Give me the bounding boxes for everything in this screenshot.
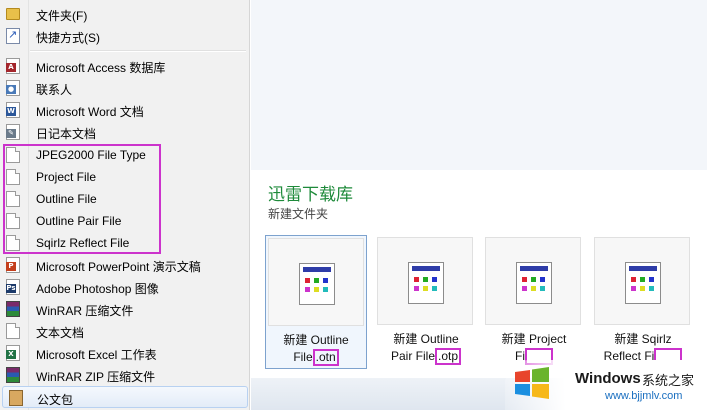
generic-file-icon: [299, 263, 335, 305]
journal-icon: ✎: [6, 124, 20, 140]
menu-item-label: Microsoft Word 文档: [36, 105, 144, 119]
menu-item-photoshop[interactable]: Ps Adobe Photoshop 图像: [0, 276, 249, 298]
menu-item-label: Microsoft Access 数据库: [36, 61, 166, 75]
file-name: 新建 Outline File .otn: [266, 332, 366, 366]
menu-item-powerpoint[interactable]: P Microsoft PowerPoint 演示文稿: [0, 254, 249, 276]
access-icon: A: [6, 58, 20, 74]
windows-logo-icon: [515, 367, 549, 399]
menu-item-label: 公文包: [37, 393, 74, 407]
menu-item-label: 日记本文档: [36, 127, 97, 141]
file-name-line1: 新建 Sqirlz: [614, 332, 672, 346]
file-tile-sqirlz-reflect-file[interactable]: 新建 Sqirlz Reflect Fi: [592, 235, 694, 369]
menu-item-label: WinRAR 压缩文件: [36, 304, 134, 318]
text-document-icon: [6, 323, 20, 339]
menu-items-highlight-box: [3, 144, 161, 254]
file-name: 新建 Outline Pair File .otp: [375, 331, 477, 365]
folder-subtitle: 新建文件夹: [268, 207, 329, 221]
menu-item-text-document[interactable]: 文本文档: [0, 320, 249, 342]
contact-icon: ●: [6, 80, 20, 96]
menu-item-label: Adobe Photoshop 图像: [36, 282, 159, 296]
word-icon: W: [6, 102, 20, 118]
menu-item-winrar-zip[interactable]: WinRAR ZIP 压缩文件: [0, 364, 249, 386]
excel-icon: X: [6, 345, 20, 361]
file-name-line2: File .otn: [266, 349, 366, 366]
file-name-prefix: File: [293, 350, 313, 364]
generic-file-icon: [408, 262, 444, 304]
watermark-site-name: 系统之家: [642, 374, 695, 389]
menu-item-shortcut[interactable]: 快捷方式(S): [0, 25, 249, 47]
menu-item-folder[interactable]: 文件夹(F): [0, 3, 249, 25]
generic-file-icon: [625, 262, 661, 304]
menu-item-label: Microsoft Excel 工作表: [36, 348, 157, 362]
file-thumbnail: [377, 237, 473, 325]
winrar-zip-icon: [6, 367, 20, 383]
file-tile-outline-pair-file[interactable]: 新建 Outline Pair File .otp: [375, 235, 477, 369]
photoshop-icon: Ps: [6, 279, 20, 295]
explorer-background: [251, 0, 707, 170]
file-thumbnail: [594, 237, 690, 325]
file-extension-highlight: .otn: [312, 349, 339, 366]
file-name-line1: 新建 Outline: [283, 333, 349, 347]
file-name-prefix: Pair File: [390, 349, 435, 363]
explorer-content-pane: 迅雷下载库 新建文件夹 新建 Outline File .otn 新建 Outl…: [251, 0, 707, 410]
menu-item-journal[interactable]: ✎ 日记本文档: [0, 121, 249, 143]
menu-item-briefcase[interactable]: 公文包: [2, 386, 248, 408]
menu-item-access[interactable]: A Microsoft Access 数据库: [0, 55, 249, 77]
menu-item-label: 联系人: [36, 83, 73, 97]
menu-item-contact[interactable]: ● 联系人: [0, 77, 249, 99]
menu-item-label: 文件夹(F): [36, 9, 88, 23]
folder-icon: [6, 8, 20, 20]
menu-item-excel[interactable]: X Microsoft Excel 工作表: [0, 342, 249, 364]
new-item-context-menu: 文件夹(F) 快捷方式(S) A Microsoft Access 数据库 ● …: [0, 0, 250, 410]
briefcase-icon: [9, 390, 23, 406]
menu-item-word[interactable]: W Microsoft Word 文档: [0, 99, 249, 121]
menu-separator: [30, 50, 246, 52]
folder-title: 迅雷下载库: [268, 185, 353, 205]
file-name-line1: 新建 Outline: [393, 332, 459, 346]
file-name-line2: Pair File .otp: [375, 348, 477, 365]
file-tile-outline-file[interactable]: 新建 Outline File .otn: [265, 235, 367, 369]
menu-item-winrar[interactable]: WinRAR 压缩文件: [0, 298, 249, 320]
powerpoint-icon: P: [6, 257, 20, 273]
menu-item-label: 文本文档: [36, 326, 85, 340]
generic-file-icon: [516, 262, 552, 304]
menu-item-label: 快捷方式(S): [36, 31, 100, 45]
file-name-line1: 新建 Project: [501, 332, 567, 346]
menu-item-label: WinRAR ZIP 压缩文件: [36, 370, 156, 384]
winrar-icon: [6, 301, 20, 317]
menu-item-label: Microsoft PowerPoint 演示文稿: [36, 260, 201, 274]
file-tile-project-file[interactable]: 新建 Project Fi: [483, 235, 585, 369]
file-thumbnail: [268, 238, 364, 326]
watermark-url: www.bjjmlv.com: [605, 390, 683, 402]
file-thumbnail: [485, 237, 581, 325]
file-extension-highlight: .otp: [435, 348, 462, 365]
shortcut-icon: [6, 28, 20, 44]
watermark-brand: Windows: [575, 370, 641, 387]
